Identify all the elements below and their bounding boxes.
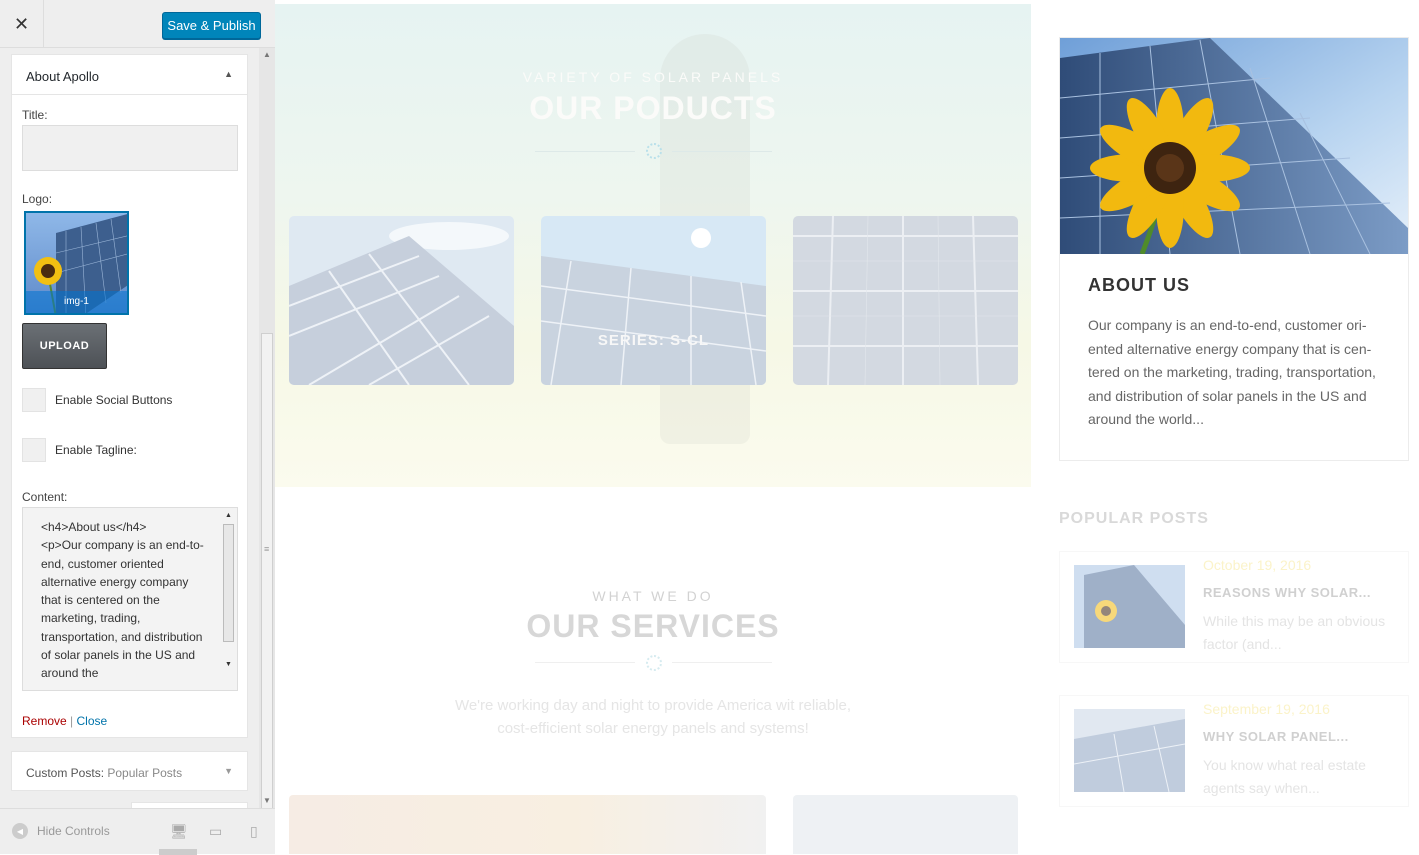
title-input[interactable] — [22, 125, 238, 171]
post-thumbnail-image — [1074, 565, 1185, 648]
product-card-3[interactable] — [793, 216, 1018, 385]
content-textarea[interactable]: <h4>About us</h4> <p>Our company is an e… — [22, 507, 238, 691]
expand-arrow-icon[interactable]: ▼ — [224, 766, 233, 776]
post-excerpt: While this may be an obvious factor (and… — [1203, 613, 1386, 652]
popular-posts-title: POPULAR POSTS — [1059, 510, 1209, 527]
products-title: OUR PODUCTS — [529, 90, 777, 126]
logo-label: Logo: — [22, 192, 53, 206]
scroll-up-icon[interactable]: ▲ — [225, 512, 232, 519]
product-image-3 — [793, 216, 1018, 385]
content-label: Content: — [22, 490, 68, 504]
services-divider-left — [535, 662, 635, 663]
sidebar-footer: ◀ Hide Controls 🖥 ▭ ▯ — [0, 808, 275, 855]
widget2-subtitle: Popular Posts — [107, 766, 183, 780]
social-buttons-label: Enable Social Buttons — [55, 393, 173, 407]
collapse-icon: ◀ — [12, 823, 28, 839]
scroll-down-icon[interactable]: ▼ — [225, 661, 232, 668]
logo-caption: img-1 — [26, 291, 127, 313]
post-date: October 19, 2016 — [1203, 557, 1312, 573]
widget-custom-posts[interactable]: Custom Posts: Popular Posts ▼ — [11, 751, 248, 791]
post-title[interactable]: REASONS WHY SOLAR... — [1203, 585, 1371, 600]
post-thumbnail-image — [1074, 709, 1185, 792]
services-title: OUR SERVICES — [526, 608, 780, 644]
divider-right — [672, 151, 772, 152]
tablet-icon[interactable]: ▭ — [209, 823, 222, 840]
post-thumbnail — [1074, 709, 1185, 792]
remove-link[interactable]: Remove — [22, 714, 67, 728]
products-section: VARIETY OF SOLAR PANELS OUR PODUCTS SERI… — [275, 4, 1031, 487]
about-us-card: ABOUT US Our company is an end-to-end, c… — [1059, 37, 1409, 461]
tagline-checkbox[interactable] — [22, 438, 46, 462]
upload-button[interactable]: UPLOAD — [22, 323, 107, 369]
product-image-2 — [541, 216, 766, 385]
mobile-icon[interactable]: ▯ — [250, 823, 258, 840]
post-date: September 19, 2016 — [1203, 701, 1330, 717]
sidebar-scroll-down-icon[interactable]: ▼ — [263, 796, 271, 805]
product-card-1[interactable] — [289, 216, 514, 385]
grip-icon: ≡ — [264, 544, 270, 554]
close-icon[interactable]: ✕ — [0, 0, 44, 48]
post-thumbnail — [1074, 565, 1185, 648]
tagline-label: Enable Tagline: — [55, 443, 137, 457]
about-text: Our company is an end-to-end, customer o… — [1088, 317, 1376, 427]
product-card-label: SERIES: S-CL — [597, 332, 710, 349]
collapse-arrow-icon[interactable]: ▲ — [224, 69, 233, 79]
services-subtitle: WHAT WE DO — [592, 588, 714, 604]
services-text: We're working day and night to provide A… — [454, 697, 852, 737]
divider-left — [535, 151, 635, 152]
actions-separator: | — [70, 714, 74, 728]
close-link[interactable]: Close — [77, 714, 108, 728]
tagline-row: Enable Tagline: — [22, 438, 137, 462]
social-buttons-checkbox[interactable] — [22, 388, 46, 412]
hide-controls-button[interactable]: ◀ Hide Controls — [12, 823, 110, 839]
desktop-icon[interactable]: 🖥 — [170, 823, 188, 840]
sidebar-scroll-up-icon[interactable]: ▲ — [263, 50, 271, 59]
content-scroll-thumb[interactable] — [223, 524, 234, 642]
product-card-2[interactable]: SERIES: S-CL — [541, 216, 766, 385]
widget-about-apollo: About Apollo ▲ Title: Logo: img-1 UPLOAD… — [11, 54, 248, 738]
sunflower-image — [1060, 38, 1408, 254]
sidebar-scrollbar[interactable]: ▲ ≡ ▼ — [259, 48, 275, 813]
services-sun-icon — [646, 655, 662, 671]
logo-thumbnail[interactable]: img-1 — [24, 211, 129, 315]
post-excerpt: You know what real estate agents say whe… — [1203, 757, 1366, 796]
service-image-1[interactable] — [289, 795, 766, 854]
sun-icon — [646, 143, 662, 159]
site-preview: VARIETY OF SOLAR PANELS OUR PODUCTS SERI… — [275, 0, 1419, 854]
sidebar-header: ✕ Save & Publish — [0, 0, 275, 48]
save-publish-button[interactable]: Save & Publish — [162, 12, 261, 39]
about-image — [1060, 38, 1408, 254]
product-image-1 — [289, 216, 514, 385]
products-subtitle: VARIETY OF SOLAR PANELS — [522, 69, 784, 85]
sidebar-scroll-area: About Apollo ▲ Title: Logo: img-1 UPLOAD… — [0, 48, 259, 808]
service-image-2[interactable] — [793, 795, 1018, 854]
title-label: Title: — [22, 108, 48, 122]
widget-header[interactable]: About Apollo ▲ — [12, 55, 247, 95]
content-text: <h4>About us</h4> <p>Our company is an e… — [41, 520, 204, 681]
hide-controls-label: Hide Controls — [37, 824, 110, 838]
content-scrollbar[interactable]: ▲ ▼ — [221, 508, 237, 690]
sidebar-scroll-thumb[interactable]: ≡ — [261, 333, 273, 813]
widget-title: About Apollo — [26, 69, 100, 84]
social-buttons-row: Enable Social Buttons — [22, 388, 172, 412]
widget-actions: Remove | Close — [22, 714, 107, 728]
post-title[interactable]: WHY SOLAR PANEL... — [1203, 729, 1349, 744]
widget2-title: Custom Posts: — [26, 766, 105, 780]
post-item[interactable]: September 19, 2016 WHY SOLAR PANEL... Yo… — [1059, 695, 1409, 807]
about-title: ABOUT US — [1088, 275, 1190, 295]
services-divider-right — [672, 662, 772, 663]
post-item[interactable]: October 19, 2016 REASONS WHY SOLAR... Wh… — [1059, 551, 1409, 663]
customizer-sidebar: ✕ Save & Publish About Apollo ▲ Title: L… — [0, 0, 275, 855]
active-device-indicator — [159, 849, 197, 855]
